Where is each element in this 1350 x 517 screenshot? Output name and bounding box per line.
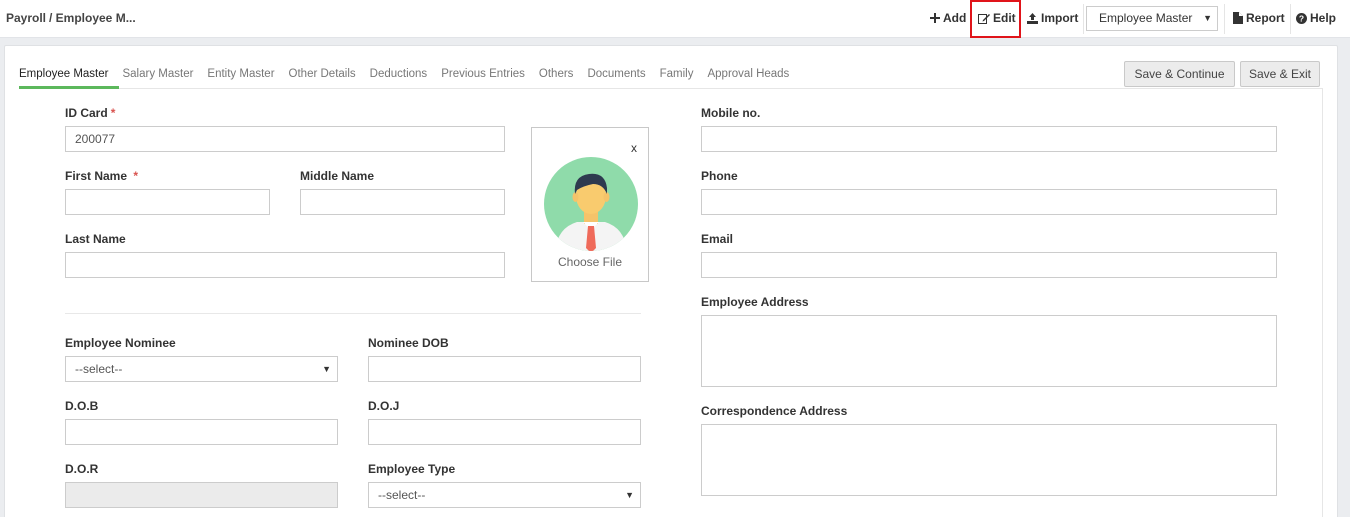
tab-salary-master[interactable]: Salary Master xyxy=(122,66,193,89)
tab-deductions[interactable]: Deductions xyxy=(370,66,428,89)
id-card-label: ID Card * xyxy=(65,106,115,120)
employee-nominee-label: Employee Nominee xyxy=(65,336,176,350)
toolbar-divider xyxy=(1083,4,1084,34)
import-label: Import xyxy=(1041,11,1079,25)
dor-input xyxy=(65,482,338,508)
middle-name-input[interactable] xyxy=(300,189,505,215)
help-button[interactable]: ? Help xyxy=(1296,11,1336,25)
upload-icon xyxy=(1027,12,1038,24)
tab-panel-border xyxy=(1322,88,1323,517)
employee-nominee-value: --select-- xyxy=(75,362,123,376)
nominee-dob-input[interactable] xyxy=(368,356,641,382)
tab-entity-master[interactable]: Entity Master xyxy=(207,66,274,89)
employee-type-select[interactable]: --select-- ▼ xyxy=(368,482,641,508)
employee-nominee-select[interactable]: --select-- ▼ xyxy=(65,356,338,382)
chevron-down-icon: ▼ xyxy=(322,364,331,374)
first-name-label-text: First Name xyxy=(65,169,128,183)
active-tab-indicator xyxy=(19,86,119,89)
edit-highlight-box xyxy=(970,0,1021,38)
close-icon[interactable]: x xyxy=(631,141,637,155)
save-exit-button[interactable]: Save & Exit xyxy=(1240,61,1320,87)
toolbar-divider xyxy=(1224,4,1225,34)
required-marker: * xyxy=(133,169,139,183)
id-card-input[interactable]: 200077 xyxy=(65,126,505,152)
tab-family[interactable]: Family xyxy=(660,66,694,89)
file-icon xyxy=(1233,12,1243,24)
email-input[interactable] xyxy=(701,252,1277,278)
add-label: Add xyxy=(943,11,967,25)
import-button[interactable]: Import xyxy=(1027,11,1078,25)
question-circle-icon: ? xyxy=(1296,12,1307,24)
chevron-down-icon: ▼ xyxy=(625,490,634,500)
employee-address-label: Employee Address xyxy=(701,295,809,309)
last-name-input[interactable] xyxy=(65,252,505,278)
phone-label: Phone xyxy=(701,169,738,183)
add-button[interactable]: Add xyxy=(930,11,966,25)
tab-previous-entries[interactable]: Previous Entries xyxy=(441,66,525,89)
plus-icon xyxy=(930,13,940,23)
master-select[interactable]: Employee Master ▼ xyxy=(1086,6,1218,31)
section-divider xyxy=(65,313,641,314)
employee-type-value: --select-- xyxy=(378,488,426,502)
correspondence-address-textarea[interactable] xyxy=(701,424,1277,496)
last-name-label: Last Name xyxy=(65,232,126,246)
tab-bar: Employee Master Salary Master Entity Mas… xyxy=(19,66,803,89)
choose-file-label[interactable]: Choose File xyxy=(532,255,648,269)
correspondence-address-label: Correspondence Address xyxy=(701,404,848,418)
doj-input[interactable] xyxy=(368,419,641,445)
tab-others[interactable]: Others xyxy=(539,66,574,89)
first-name-label: First Name * xyxy=(65,169,138,183)
nominee-dob-label: Nominee DOB xyxy=(368,336,449,350)
dor-label: D.O.R xyxy=(65,462,99,476)
chevron-down-icon: ▼ xyxy=(1203,13,1212,23)
photo-upload[interactable]: x Choose File xyxy=(531,127,649,282)
tab-approval-heads[interactable]: Approval Heads xyxy=(707,66,789,89)
breadcrumb-current: / Employee M... xyxy=(49,11,136,25)
first-name-input[interactable] xyxy=(65,189,270,215)
email-label: Email xyxy=(701,232,734,246)
phone-input[interactable] xyxy=(701,189,1277,215)
help-label: Help xyxy=(1310,11,1337,25)
tab-documents[interactable]: Documents xyxy=(587,66,645,89)
save-continue-button[interactable]: Save & Continue xyxy=(1124,61,1235,87)
master-select-value: Employee Master xyxy=(1099,11,1193,25)
dob-label: D.O.B xyxy=(65,399,99,413)
id-card-label-text: ID Card xyxy=(65,106,108,120)
tab-other-details[interactable]: Other Details xyxy=(289,66,356,89)
tab-panel-border xyxy=(19,88,1322,89)
breadcrumb-root[interactable]: Payroll xyxy=(6,11,46,25)
avatar-icon xyxy=(544,157,638,251)
report-label: Report xyxy=(1246,11,1285,25)
mobile-input[interactable] xyxy=(701,126,1277,152)
middle-name-label: Middle Name xyxy=(300,169,375,183)
required-marker: * xyxy=(110,106,116,120)
dob-input[interactable] xyxy=(65,419,338,445)
report-button[interactable]: Report xyxy=(1233,11,1285,25)
svg-text:?: ? xyxy=(1299,13,1304,23)
mobile-label: Mobile no. xyxy=(701,106,761,120)
toolbar-divider xyxy=(1290,4,1291,34)
employee-type-label: Employee Type xyxy=(368,462,456,476)
top-bar: Payroll / Employee M... Add Edit Import … xyxy=(0,0,1350,38)
employee-address-textarea[interactable] xyxy=(701,315,1277,387)
doj-label: D.O.J xyxy=(368,399,400,413)
